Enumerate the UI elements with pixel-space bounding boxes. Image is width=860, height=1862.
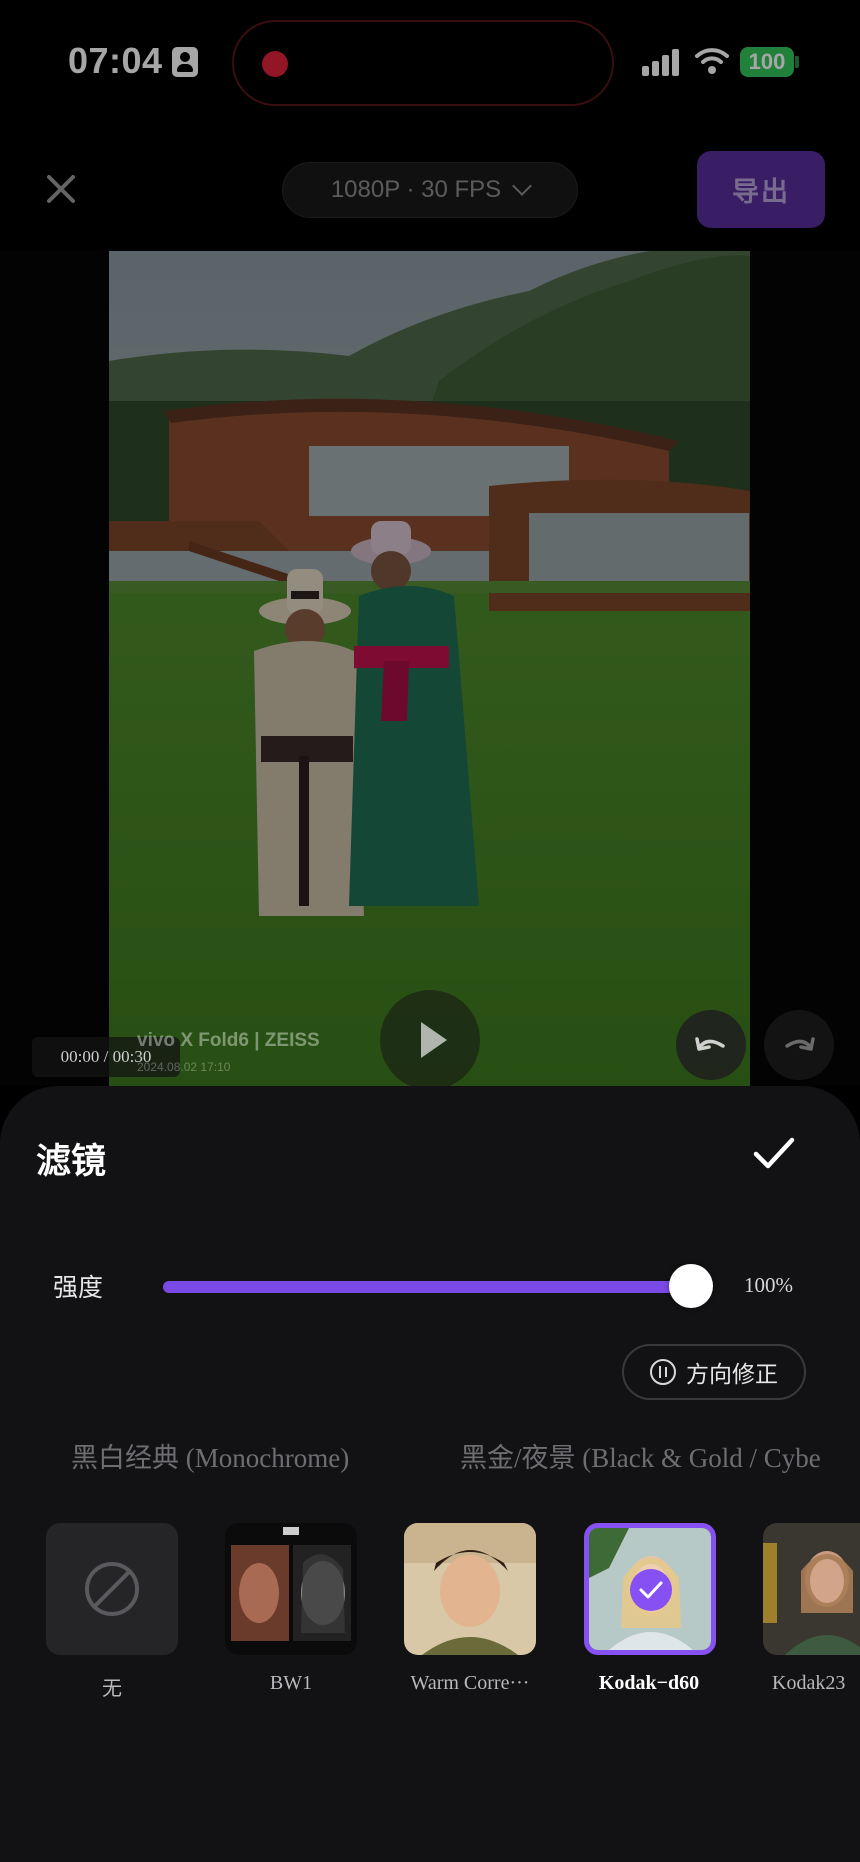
undo-icon bbox=[695, 1037, 725, 1051]
watermark-brand: vivo bbox=[137, 1030, 176, 1051]
play-icon[interactable] bbox=[380, 990, 480, 1090]
redo-button[interactable] bbox=[764, 1010, 834, 1080]
filter-label: Kodak23 bbox=[772, 1672, 846, 1694]
filter-label: 无 bbox=[102, 1678, 122, 1700]
orientation-correction-button[interactable]: 方向修正 bbox=[622, 1344, 806, 1400]
rotate-icon bbox=[650, 1359, 676, 1385]
undo-button[interactable] bbox=[676, 1010, 746, 1080]
filter-kodak23[interactable] bbox=[763, 1523, 860, 1655]
filter-label: Kodak−d60 bbox=[598, 1672, 700, 1694]
none-icon bbox=[85, 1562, 139, 1616]
category-tab-monochrome[interactable]: 黑白经典 (Monochrome) bbox=[71, 1436, 349, 1475]
warm-correction-preview bbox=[404, 1523, 536, 1655]
intensity-slider-handle[interactable] bbox=[669, 1264, 713, 1308]
filter-none[interactable] bbox=[46, 1523, 178, 1655]
filter-label: Warm Corre··· bbox=[410, 1672, 530, 1694]
watermark-date: 2024.08.02 17:10 bbox=[137, 1060, 231, 1074]
watermark-text: X Fold6 | ZEISS bbox=[180, 1030, 320, 1051]
selected-check-icon bbox=[630, 1569, 672, 1611]
intensity-value: 100% bbox=[744, 1273, 793, 1297]
filter-bw1[interactable] bbox=[225, 1523, 357, 1655]
preview-dim-overlay bbox=[0, 0, 860, 1086]
kodak23-preview bbox=[763, 1523, 860, 1655]
filter-label: BW1 bbox=[269, 1672, 313, 1694]
intensity-slider-fill bbox=[163, 1281, 691, 1293]
filter-warm-correction[interactable] bbox=[404, 1523, 536, 1655]
category-tab-black-gold[interactable]: 黑金/夜景 (Black & Gold / Cybe bbox=[460, 1436, 821, 1475]
orientation-label: 方向修正 bbox=[686, 1361, 778, 1387]
redo-icon bbox=[785, 1037, 815, 1051]
filter-kodak-d60[interactable] bbox=[584, 1523, 716, 1655]
bw1-preview bbox=[225, 1523, 357, 1655]
intensity-label: 强度 bbox=[53, 1274, 104, 1302]
panel-title: 滤镜 bbox=[36, 1142, 107, 1181]
camera-watermark: vivo X Fold6 | ZEISS bbox=[137, 1030, 320, 1052]
checkmark-icon[interactable] bbox=[752, 1136, 796, 1172]
